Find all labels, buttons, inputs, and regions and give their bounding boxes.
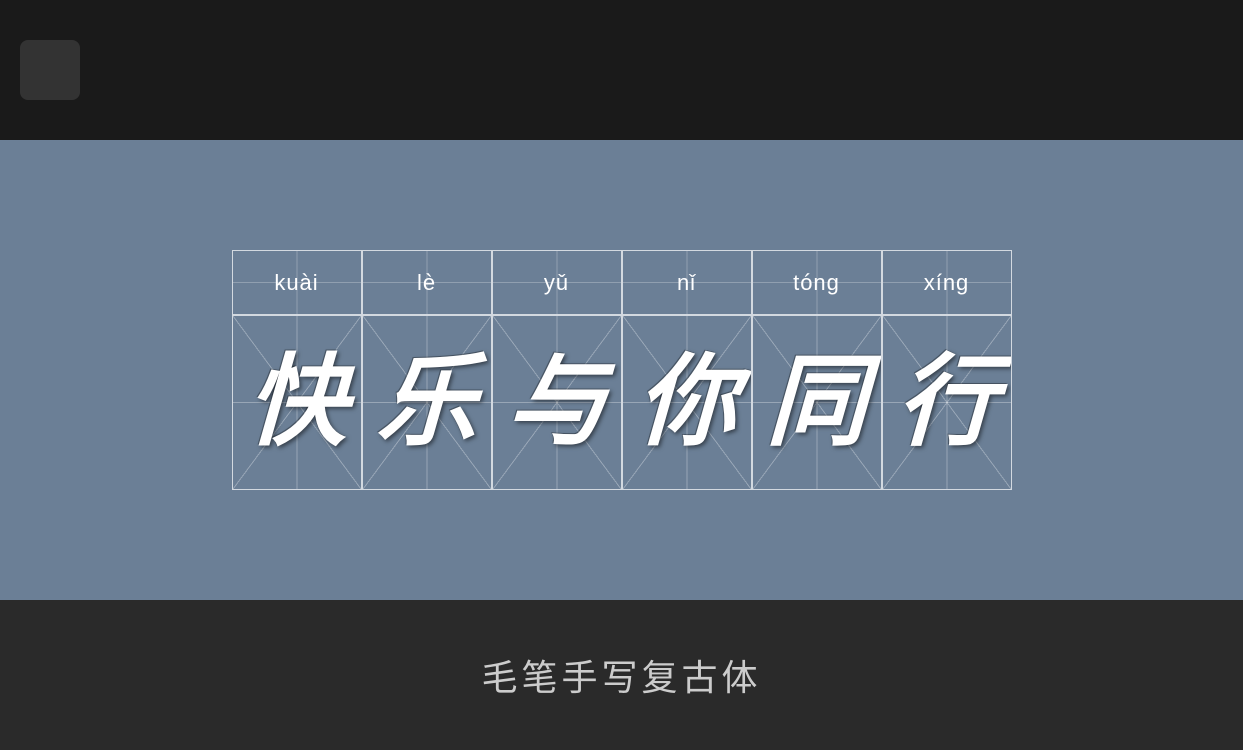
character-grid: kuài lè yǔ nǐ tóng xíng 快 乐 — [232, 250, 1012, 490]
pinyin-cell-3: nǐ — [622, 250, 752, 315]
pinyin-label-4: tóng — [793, 270, 840, 296]
pinyin-cell-1: lè — [362, 250, 492, 315]
pinyin-label-5: xíng — [924, 270, 970, 296]
main-display-area: kuài lè yǔ nǐ tóng xíng 快 乐 — [0, 140, 1243, 600]
char-cell-4: 同 — [752, 315, 882, 490]
pinyin-cell-5: xíng — [882, 250, 1012, 315]
pinyin-label-2: yǔ — [544, 270, 569, 296]
pinyin-cell-0: kuài — [232, 250, 362, 315]
pinyin-label-3: nǐ — [677, 270, 696, 296]
chinese-row: 快 乐 与 你 同 行 — [232, 315, 1012, 490]
top-bar — [0, 0, 1243, 140]
pinyin-cell-4: tóng — [752, 250, 882, 315]
chinese-char-3: 你 — [635, 353, 738, 453]
pinyin-cell-2: yǔ — [492, 250, 622, 315]
char-cell-3: 你 — [622, 315, 752, 490]
pinyin-label-1: lè — [417, 270, 436, 296]
pinyin-label-0: kuài — [274, 270, 318, 296]
chinese-char-2: 与 — [505, 353, 608, 453]
chinese-char-5: 行 — [895, 353, 998, 453]
font-name-label: 毛笔手写复古体 — [481, 649, 761, 701]
char-cell-5: 行 — [882, 315, 1012, 490]
bottom-bar: 毛笔手写复古体 — [0, 600, 1243, 750]
char-cell-0: 快 — [232, 315, 362, 490]
app-icon — [20, 40, 80, 100]
char-cell-1: 乐 — [362, 315, 492, 490]
char-cell-2: 与 — [492, 315, 622, 490]
pinyin-row: kuài lè yǔ nǐ tóng xíng — [232, 250, 1012, 315]
chinese-char-4: 同 — [765, 353, 868, 453]
chinese-char-0: 快 — [245, 353, 348, 453]
chinese-char-1: 乐 — [375, 353, 478, 453]
